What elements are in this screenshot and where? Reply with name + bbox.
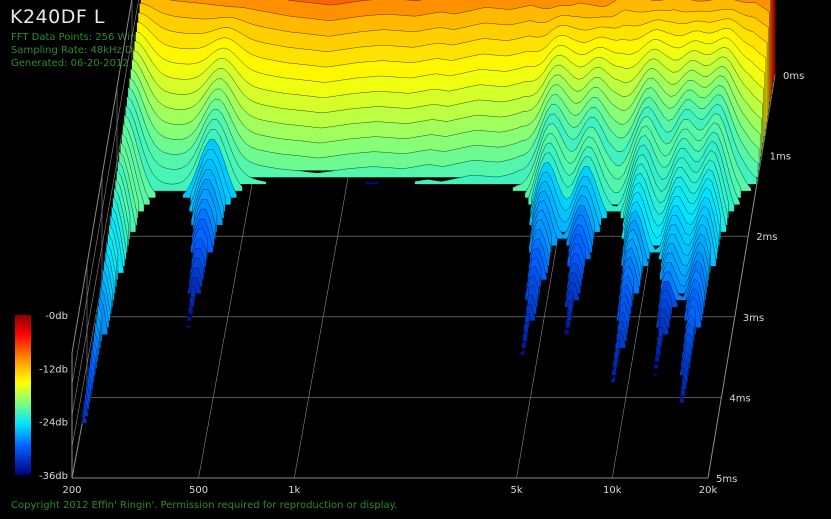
- waterfall-surface: [82, 0, 776, 424]
- time-tick-label: 0ms: [783, 71, 804, 82]
- x-tick-label: 1k: [288, 485, 300, 496]
- x-tick-label: 20k: [699, 485, 718, 496]
- waterfall-slice: [653, 364, 659, 369]
- waterfall-slice: [185, 325, 191, 328]
- waterfall-slice: [610, 374, 616, 383]
- x-tick-label: 200: [62, 485, 81, 496]
- color-scale-tick-label: -36db: [39, 471, 68, 482]
- waterfall-slice: [522, 330, 528, 342]
- waterfall-slice: [186, 315, 192, 322]
- time-tick-label: 1ms: [770, 152, 791, 163]
- waterfall-slice: [564, 328, 570, 335]
- waterfall-slice: [188, 306, 194, 315]
- x-tick-label: 500: [189, 485, 208, 496]
- color-scale-tick-label: -24db: [39, 418, 68, 429]
- waterfall-slice: [189, 296, 195, 308]
- color-scale-tick-label: -12db: [39, 364, 68, 375]
- time-tick-label: 5ms: [716, 474, 737, 485]
- color-scale-tick-label: -0db: [45, 311, 68, 322]
- time-tick-label: 3ms: [743, 313, 764, 324]
- waterfall-slice: [654, 354, 660, 363]
- waterfall-slice: [520, 349, 525, 356]
- waterfall-slice: [365, 181, 379, 185]
- copyright-notice: Copyright 2012 Effin' Ringin'. Permissio…: [11, 500, 398, 511]
- time-tick-label: 2ms: [756, 232, 777, 243]
- waterfall-slice: [566, 309, 572, 322]
- time-tick-label: 4ms: [729, 393, 750, 404]
- waterfall-slice: [521, 340, 527, 349]
- waterfall-plot: 200 500 1k 5k 10k 20k0ms1ms2ms3ms4ms5ms -0db-…: [15, 0, 804, 496]
- color-scale-legend: -0db -12db -24db -36db: [15, 311, 68, 482]
- waterfall-slice: [655, 345, 661, 356]
- waterfall-slice: [652, 373, 658, 376]
- x-tick-label: 5k: [510, 485, 522, 496]
- color-scale-bar: [15, 315, 31, 475]
- x-tick-label: 10k: [603, 485, 622, 496]
